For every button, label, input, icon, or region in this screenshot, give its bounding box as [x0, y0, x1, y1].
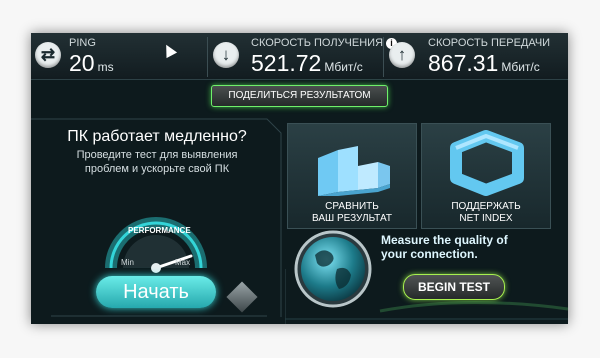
compare-results-tile[interactable]: СРАВНИТЬ ВАШ РЕЗУЛЬТАТ	[287, 123, 417, 229]
support-net-index-tile[interactable]: ПОДДЕРЖАТЬ NET INDEX	[421, 123, 551, 229]
download-label: СКОРОСТЬ ПОЛУЧЕНИЯ	[251, 37, 384, 49]
gauge-label: PERFORMANCE	[128, 226, 191, 235]
gauge-dial-icon	[105, 217, 207, 273]
bar-stack-icon	[318, 146, 390, 196]
upload-value: 867.31	[428, 50, 499, 76]
mouse-cursor-icon	[160, 41, 178, 59]
ping-label: PING	[69, 37, 96, 49]
divider	[207, 37, 208, 77]
share-results-button[interactable]: ПОДЕЛИТЬСЯ РЕЗУЛЬТАТОМ	[211, 85, 388, 107]
upload-label: СКОРОСТЬ ПЕРЕДАЧИ	[428, 37, 551, 49]
measure-line2: your connection.	[381, 247, 478, 261]
results-bar: ⇄ PING 20 ms ↓ СКОРОСТЬ ПОЛУЧЕНИЯ i 521.72…	[31, 33, 568, 80]
begin-test-button[interactable]: BEGIN TEST	[403, 274, 505, 300]
measure-quality-text: Measure the quality of your connection.	[381, 233, 568, 261]
support-label-line2: NET INDEX	[459, 213, 513, 224]
compare-label-line1: СРАВНИТЬ	[325, 201, 379, 212]
gauge-min: Min	[121, 258, 134, 267]
download-unit: Мбит/с	[324, 60, 363, 74]
compare-label-line2: ВАШ РЕЗУЛЬТАТ	[312, 213, 392, 224]
divider	[383, 37, 384, 77]
performance-gauge: PERFORMANCE Min Max	[101, 206, 211, 276]
start-button[interactable]: Начать	[96, 276, 216, 308]
support-label-line1: ПОДДЕРЖАТЬ	[451, 201, 521, 212]
swap-arrows-icon: ⇄	[35, 42, 61, 68]
net-index-logo-icon	[450, 130, 524, 196]
upload-arrow-icon: ↑	[389, 42, 415, 68]
measure-line1: Measure the quality of	[381, 233, 508, 247]
slow-pc-heading: ПК работает медленно?	[67, 128, 247, 145]
globe-icon	[293, 229, 373, 309]
upload-unit: Мбит/с	[501, 60, 540, 74]
ping-value: 20	[69, 50, 95, 76]
gauge-max: Max	[175, 258, 191, 267]
speedtest-panel: ⇄ PING 20 ms ↓ СКОРОСТЬ ПОЛУЧЕНИЯ i 521.72…	[31, 33, 568, 324]
download-value: 521.72	[251, 50, 322, 76]
download-arrow-icon: ↓	[213, 42, 239, 68]
ping-unit: ms	[97, 60, 114, 74]
slow-pc-subtext: Проведите тест для выявления проблем и у…	[76, 149, 238, 175]
